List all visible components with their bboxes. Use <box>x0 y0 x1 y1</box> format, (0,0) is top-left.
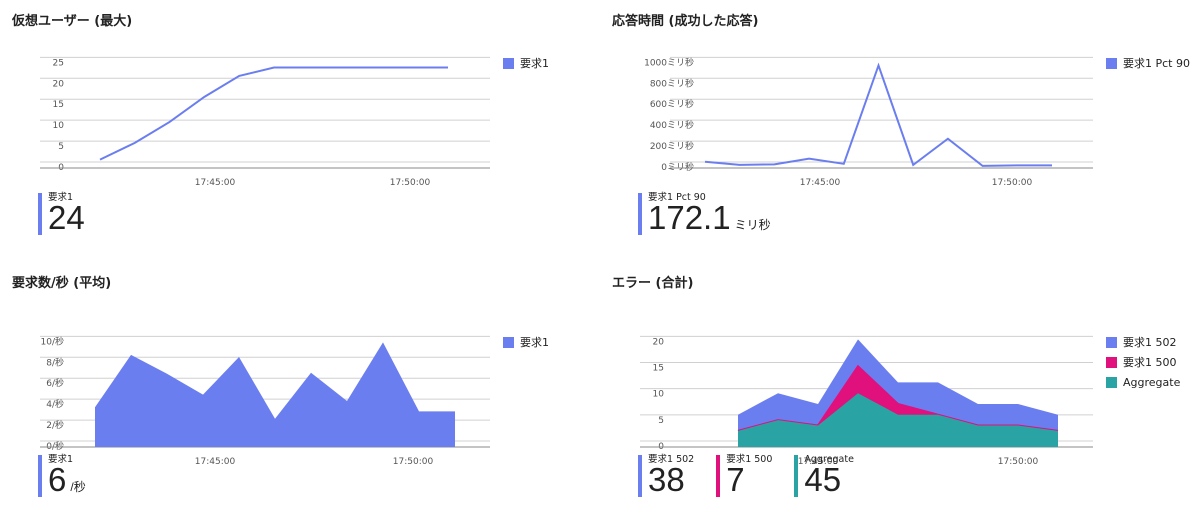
series-line <box>99 66 448 161</box>
y-tick-label: 0/秒 <box>46 440 64 452</box>
x-tick-label: 17:50:00 <box>393 457 434 467</box>
stat-bar <box>38 455 42 497</box>
stat-content: 要求1 24 <box>48 193 85 235</box>
stat-value: 6 <box>48 461 67 498</box>
stat-bar <box>638 455 642 497</box>
stat-box: 要求1 Pct 90 172.1 ミリ秒 <box>638 193 771 240</box>
y-tick-label: 10/秒 <box>41 335 65 347</box>
stat-unit: ミリ秒 <box>734 218 771 232</box>
legend-item[interactable]: 要求1 502 <box>1106 332 1180 352</box>
y-tick-label: 200ミリ秒 <box>650 140 694 152</box>
stat-box: Aggregate 45 <box>794 455 854 497</box>
legend-label: 要求1 <box>520 336 549 349</box>
y-tick-label: 15 <box>653 364 664 374</box>
legend: 要求1 <box>503 332 549 352</box>
legend-label: 要求1 <box>520 57 549 70</box>
stat-value-row: 38 <box>648 463 694 496</box>
stat-content: 要求1 Pct 90 172.1 ミリ秒 <box>648 193 771 240</box>
x-tick-label: 17:50:00 <box>992 178 1033 188</box>
x-tick-label: 17:45:00 <box>195 457 236 467</box>
legend: 要求1 502 要求1 500 Aggregate <box>1106 332 1180 392</box>
stat-bar <box>716 455 721 497</box>
stat-value-row: 24 <box>48 201 85 234</box>
y-tick-label: 10 <box>653 390 665 400</box>
stat-bar <box>638 193 642 235</box>
y-tick-label: 400ミリ秒 <box>650 119 694 131</box>
stat-value: 172.1 <box>648 199 731 236</box>
legend-item[interactable]: 要求1 <box>503 332 549 352</box>
x-tick-label: 17:50:00 <box>998 457 1039 467</box>
y-tick-label: 6/秒 <box>46 377 64 389</box>
x-tick-label: 17:45:00 <box>800 178 841 188</box>
legend-label: 要求1 502 <box>1123 336 1177 349</box>
legend-swatch <box>503 57 514 69</box>
stats: 要求1 502 38 要求1 500 7 Aggregate 45 <box>638 455 876 497</box>
stat-value: 38 <box>648 461 685 498</box>
legend: 要求1 Pct 90 <box>1106 53 1190 73</box>
stats: 要求1 6/秒 <box>38 455 108 502</box>
legend-label: 要求1 500 <box>1123 356 1177 369</box>
stat-box: 要求1 500 7 <box>716 455 772 497</box>
x-tick-label: 17:45:00 <box>195 178 236 188</box>
stat-content: 要求1 500 7 <box>726 455 772 497</box>
legend-label: Aggregate <box>1123 375 1181 389</box>
stat-unit: /秒 <box>70 480 86 494</box>
stat-value: 24 <box>48 199 85 236</box>
stat-value: 7 <box>726 461 745 498</box>
legend-item[interactable]: 要求1 <box>503 53 549 73</box>
legend-swatch <box>1106 376 1117 388</box>
stat-bar <box>794 455 799 497</box>
stat-content: 要求1 502 38 <box>648 455 694 497</box>
stat-value-row: 172.1 ミリ秒 <box>648 201 771 240</box>
legend-label: 要求1 Pct 90 <box>1123 57 1190 70</box>
y-tick-label: 1000ミリ秒 <box>644 56 694 68</box>
y-tick-label: 4/秒 <box>46 398 64 410</box>
y-tick-label: 25 <box>53 58 64 68</box>
stat-box: 要求1 6/秒 <box>38 455 86 502</box>
y-tick-label: 0ミリ秒 <box>661 161 694 173</box>
y-tick-label: 8/秒 <box>46 356 64 368</box>
panel-err: エラー (合計) 0 5 10 15 20 17:45:00 17:50:00 要求1 502 要… <box>600 262 1200 524</box>
y-tick-label: 20 <box>53 79 65 89</box>
panel-vu: 仮想ユーザー (最大) 0 5 10 15 20 25 17:45:00 17:50:00 要求1… <box>0 0 600 262</box>
series-area <box>95 342 455 447</box>
y-tick-label: 10 <box>53 121 65 131</box>
stats: 要求1 Pct 90 172.1 ミリ秒 <box>638 193 793 240</box>
y-tick-label: 600ミリ秒 <box>650 98 694 110</box>
legend-swatch <box>503 336 514 348</box>
stat-box: 要求1 24 <box>38 193 85 235</box>
stat-value-row: 45 <box>804 463 854 496</box>
y-tick-label: 800ミリ秒 <box>650 77 694 89</box>
legend: 要求1 <box>503 53 549 73</box>
series-line <box>704 62 1052 167</box>
stat-bar <box>38 193 42 235</box>
panel-rps: 要求数/秒 (平均) 0/秒 2/秒 4/秒 6/秒 8/秒 10/秒 17:45:00 17:… <box>0 262 600 524</box>
y-tick-label: 5 <box>658 416 664 426</box>
legend-item[interactable]: 要求1 500 <box>1106 352 1180 372</box>
stat-value: 45 <box>804 461 842 498</box>
y-tick-label: 2/秒 <box>46 419 64 431</box>
stat-value-row: 7 <box>726 463 772 496</box>
legend-item[interactable]: 要求1 Pct 90 <box>1106 53 1190 73</box>
x-tick-label: 17:50:00 <box>390 178 431 188</box>
legend-item[interactable]: Aggregate <box>1106 372 1180 392</box>
stats: 要求1 24 <box>38 193 107 235</box>
legend-swatch <box>1106 356 1117 368</box>
legend-swatch <box>1106 57 1117 69</box>
y-tick-label: 20 <box>653 337 665 347</box>
stat-box: 要求1 502 38 <box>638 455 694 497</box>
panel-rt: 応答時間 (成功した応答) 0ミリ秒 200ミリ秒 400ミリ秒 600ミリ秒 800ミリ… <box>600 0 1200 262</box>
stat-content: Aggregate 45 <box>804 455 854 497</box>
stat-value-row: 6/秒 <box>48 463 86 502</box>
legend-swatch <box>1106 336 1117 348</box>
y-tick-label: 15 <box>53 100 64 110</box>
stat-content: 要求1 6/秒 <box>48 455 86 502</box>
y-tick-label: 5 <box>58 142 64 152</box>
